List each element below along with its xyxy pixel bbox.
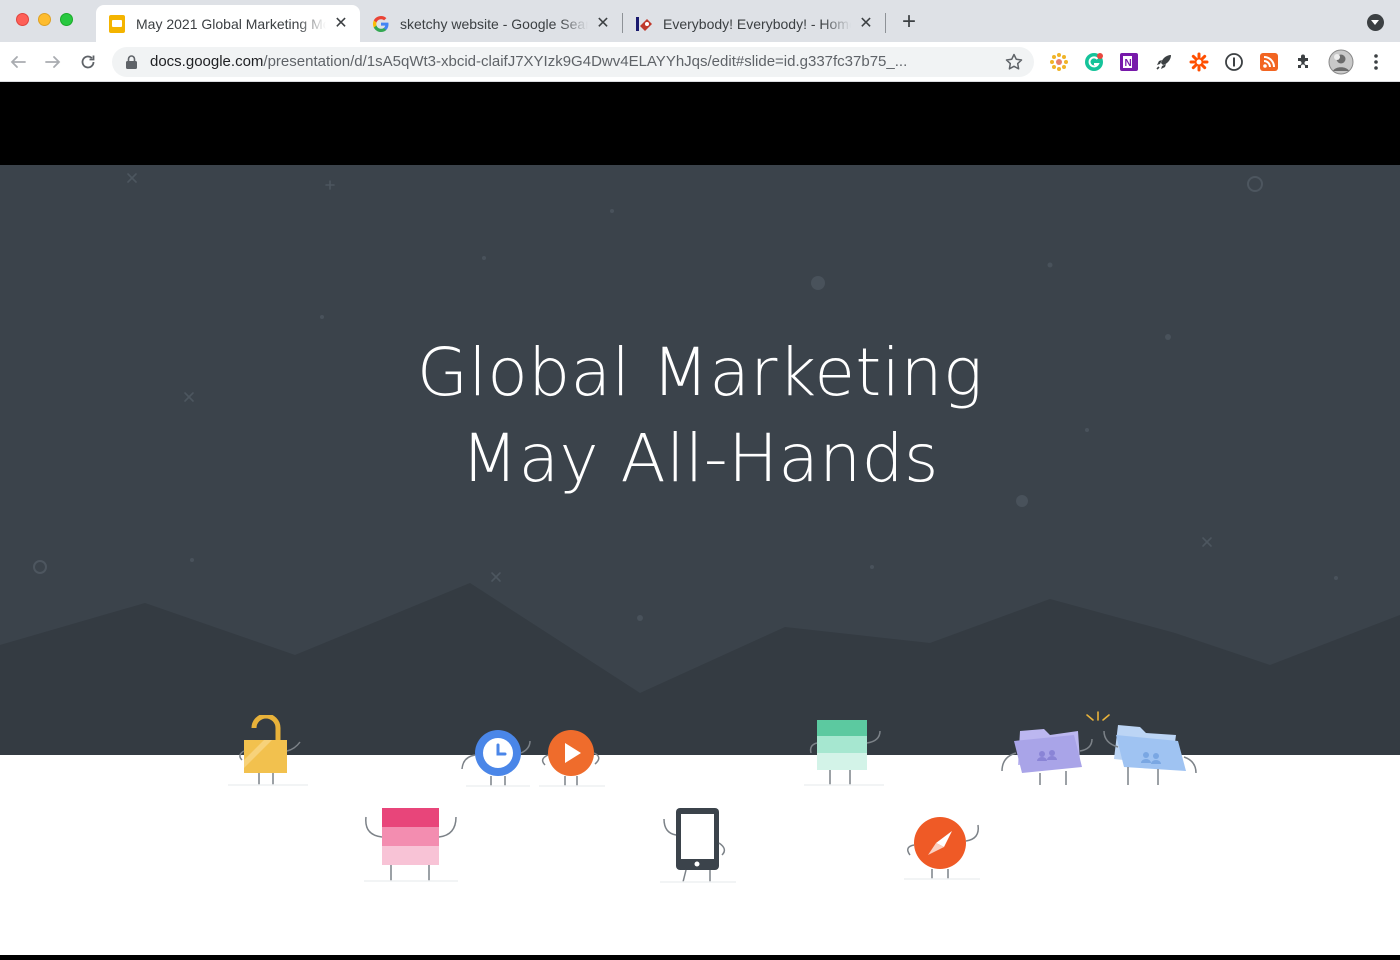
tab-title: sketchy website - Google Sear [400,15,588,32]
puzzle-extensions-icon[interactable] [1293,51,1315,73]
url-path: /presentation/d/1sA5qWt3-xbcid-claifJ7XY… [263,53,908,70]
rocket-icon[interactable] [1153,51,1175,73]
tab-strip: May 2021 Global Marketing Mo ✕ sketchy w… [0,0,1400,42]
onepassword-icon[interactable] [1223,51,1245,73]
reload-icon [81,55,95,69]
purple-folder-character-icon [1001,729,1093,785]
tab-google-search[interactable]: sketchy website - Google Sear ✕ [360,5,622,42]
bookmark-star-icon[interactable] [1004,52,1024,77]
grammarly-icon[interactable] [1083,51,1105,73]
reload-button[interactable] [76,50,100,74]
tab-search-button[interactable] [1367,14,1384,31]
onenote-icon[interactable]: N [1118,51,1140,73]
clock-character-icon [461,730,531,787]
homestar-icon [635,15,653,33]
slide[interactable]: Global Marketing May All-Hands [0,165,1400,955]
profile-avatar[interactable] [1328,49,1354,75]
sun-extension-icon[interactable] [1048,51,1070,73]
svg-text:N: N [1125,58,1132,69]
forward-button[interactable] [41,50,65,74]
compass-character-icon [904,817,980,880]
address-bar[interactable]: docs.google.com/presentation/d/1sA5qWt3-… [112,47,1034,77]
tab-title: May 2021 Global Marketing Mo [136,15,326,32]
tab-separator [885,13,886,33]
slide-title: Global Marketing May All-Hands [0,330,1400,502]
tab-everybody[interactable]: Everybody! Everybody! - Home ✕ [623,5,885,42]
minimize-window-button[interactable] [38,13,51,26]
back-button[interactable] [6,50,30,74]
slide-title-line-2: May All-Hands [461,420,939,497]
rss-icon[interactable] [1258,51,1280,73]
play-character-icon [539,730,605,787]
card-character-icon [804,720,884,786]
close-tab-icon[interactable]: ✕ [332,15,350,33]
tab-title: Everybody! Everybody! - Home [663,15,851,32]
url-text: docs.google.com/presentation/d/1sA5qWt3-… [150,53,1000,70]
browser-toolbar: docs.google.com/presentation/d/1sA5qWt3-… [0,42,1400,82]
zoom-window-button[interactable] [60,13,73,26]
close-tab-icon[interactable]: ✕ [594,15,612,33]
google-g-icon [372,15,390,33]
google-slides-icon [108,14,126,33]
pink-stack-character-icon [364,808,458,882]
tab-slides[interactable]: May 2021 Global Marketing Mo ✕ [96,5,360,42]
close-tab-icon[interactable]: ✕ [857,15,875,33]
lock-character-icon [228,715,308,786]
url-host: docs.google.com [150,53,264,70]
kebab-menu-icon[interactable] [1365,51,1387,73]
new-tab-button[interactable]: + [898,10,920,34]
zapier-icon[interactable] [1188,51,1210,73]
forward-arrow-icon [45,56,61,68]
presentation-bottom-band [0,955,1400,960]
slide-title-line-1: Global Marketing [416,334,984,411]
presentation-top-band [0,83,1400,165]
tablet-character-icon [660,808,736,883]
lock-icon[interactable] [126,55,137,74]
back-arrow-icon [10,56,26,68]
blue-folder-character-icon [1103,725,1197,785]
close-window-button[interactable] [16,13,29,26]
